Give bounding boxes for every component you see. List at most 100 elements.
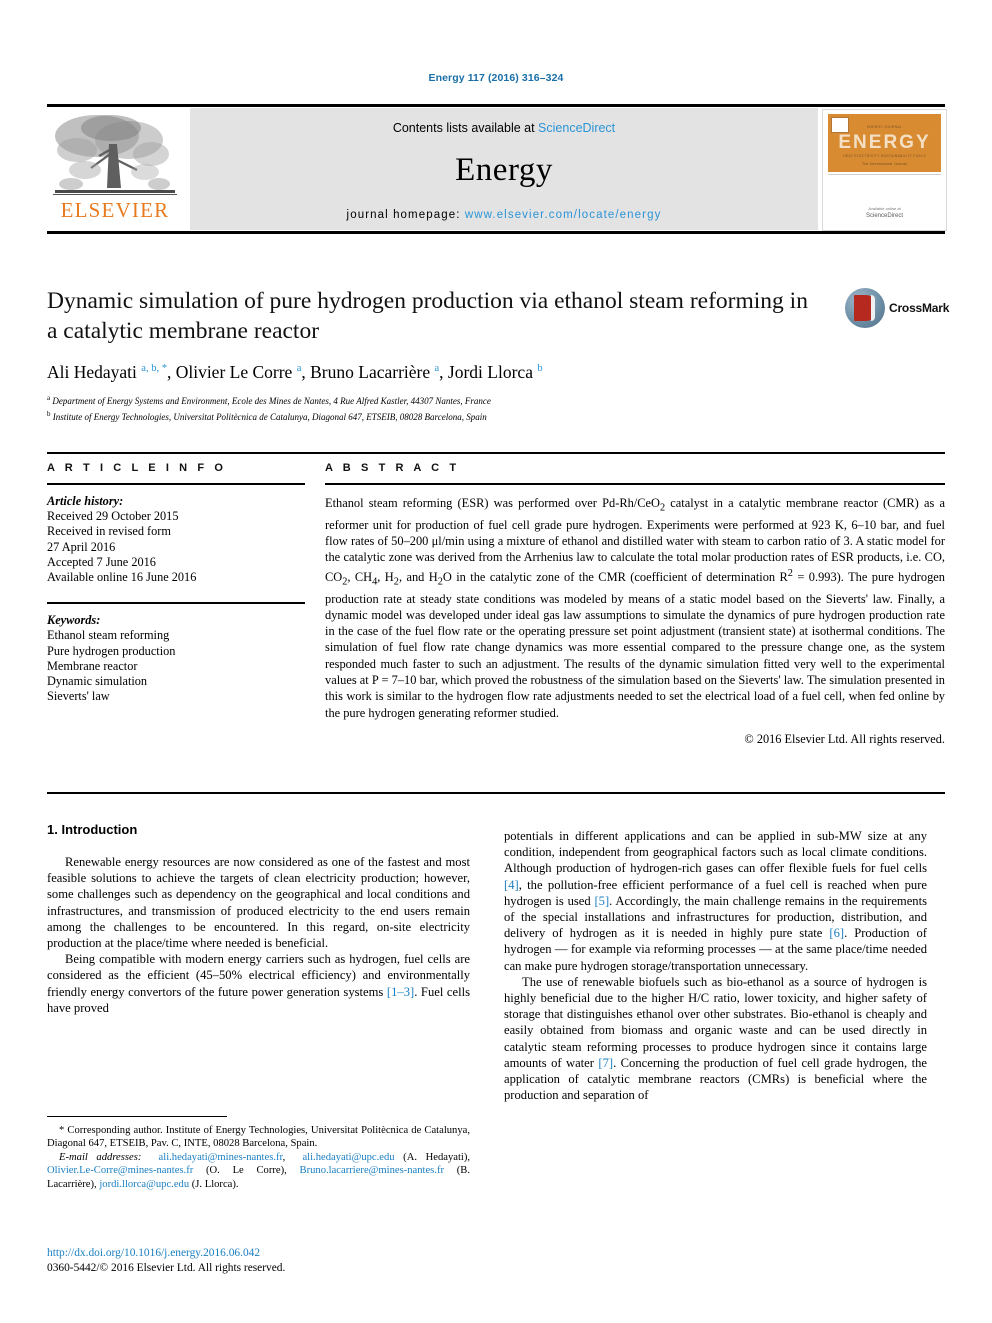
- affiliation-b-text: Institute of Energy Technologies, Univer…: [52, 411, 487, 422]
- abstract-rule: [325, 483, 945, 485]
- email-link[interactable]: ali.hedayati@upc.edu: [302, 1152, 394, 1163]
- history-item: Received 29 October 2015: [47, 509, 179, 524]
- footnote-rule: [47, 1116, 227, 1117]
- keyword-item: Pure hydrogen production: [47, 643, 176, 658]
- running-head: Energy 117 (2016) 316–324: [428, 72, 564, 84]
- cover-sciencedirect-label: ScienceDirect: [865, 213, 903, 219]
- paragraph: The use of renewable biofuels such as bi…: [504, 974, 927, 1104]
- sciencedirect-link[interactable]: ScienceDirect: [538, 121, 615, 135]
- author-affil-marker: b: [537, 363, 543, 374]
- article-history: Article history: Received 29 October 201…: [47, 494, 305, 585]
- info-top-rule: [47, 452, 945, 454]
- keywords-rule: [47, 602, 305, 605]
- history-item: Received in revised form: [47, 524, 171, 539]
- abstract-heading: A B S T R A C T: [325, 462, 460, 474]
- keywords-block: Keywords: Ethanol steam reforming Pure h…: [47, 602, 305, 704]
- corresponding-text: Corresponding author. Institute of Energ…: [47, 1125, 470, 1150]
- article-info-rule: [47, 483, 305, 485]
- email-link[interactable]: Olivier.Le-Corre@mines-nantes.fr: [47, 1165, 193, 1176]
- author-affil-marker: a: [296, 363, 302, 374]
- keywords-list: Keywords: Ethanol steam reforming Pure h…: [47, 613, 305, 704]
- affiliation-b: b Institute of Energy Technologies, Univ…: [47, 408, 847, 424]
- elsevier-tree-icon: [55, 115, 175, 193]
- doi-link[interactable]: http://dx.doi.org/10.1016/j.energy.2016.…: [47, 1246, 470, 1261]
- affil-marker-a: a: [47, 394, 51, 402]
- email-owner: (A. Hedayati),: [403, 1151, 471, 1163]
- author-affil-marker: a: [434, 363, 440, 374]
- keyword-item: Membrane reactor: [47, 658, 138, 673]
- paragraph: Being compatible with modern energy carr…: [47, 951, 470, 1016]
- email-link[interactable]: jordi.llorca@upc.edu: [99, 1179, 189, 1190]
- journal-masthead: ELSEVIER Contents lists available at Sci…: [47, 104, 947, 234]
- journal-title: Energy: [455, 152, 553, 188]
- history-item: Accepted 7 June 2016: [47, 554, 156, 569]
- abstract-bottom-rule: [47, 792, 945, 794]
- cover-journal-title: ENERGY: [838, 132, 931, 153]
- citation-reference[interactable]: [1–3]: [387, 985, 414, 999]
- keywords-label: Keywords:: [47, 613, 101, 628]
- email-addresses-label: E-mail addresses:: [59, 1151, 142, 1163]
- citation-reference[interactable]: [4]: [504, 878, 519, 892]
- history-item: Available online 16 June 2016: [47, 570, 197, 585]
- article-history-label: Article history:: [47, 494, 124, 508]
- email-link[interactable]: Bruno.lacarriere@mines-nantes.fr: [300, 1165, 444, 1176]
- affiliation-a-text: Department of Energy Systems and Environ…: [52, 396, 491, 406]
- page-title: Dynamic simulation of pure hydrogen prod…: [47, 288, 808, 344]
- contents-available-line: Contents lists available at ScienceDirec…: [190, 121, 818, 135]
- article-info-heading: A R T I C L E I N F O: [47, 462, 227, 474]
- elsevier-logo: ELSEVIER: [47, 110, 183, 228]
- email-link[interactable]: ali.hedayati@mines-nantes.fr: [159, 1152, 283, 1163]
- corresponding-author-note: * Corresponding author. Institute of Ene…: [47, 1124, 470, 1151]
- paragraph: potentials in different applications and…: [504, 828, 927, 974]
- paragraph-text: potentials in different applications and…: [504, 829, 927, 876]
- history-item: 27 April 2016: [47, 539, 116, 554]
- crossmark-book-icon: [854, 295, 875, 321]
- homepage-prefix: journal homepage:: [346, 209, 465, 221]
- doi-block: http://dx.doi.org/10.1016/j.energy.2016.…: [47, 1246, 470, 1276]
- keyword-item: Sieverts' law: [47, 689, 110, 704]
- email-owner: (J. Llorca).: [189, 1178, 239, 1190]
- abstract-seg: , CH: [347, 569, 373, 584]
- affiliation-a: a Department of Energy Systems and Envir…: [47, 392, 847, 408]
- abstract-seg: O in the catalytic zone of the CMR (coef…: [442, 569, 788, 584]
- cover-tagline: The International Journal: [861, 162, 907, 166]
- cover-availability-note: Available online at: [868, 206, 901, 211]
- body-column-right: potentials in different applications and…: [504, 828, 927, 1103]
- contents-prefix: Contents lists available at: [392, 121, 539, 135]
- email-owner: (O. Le Corre),: [193, 1165, 300, 1177]
- abstract-text: Ethanol steam reforming (ESR) was perfor…: [325, 495, 945, 721]
- citation-reference[interactable]: [5]: [594, 894, 609, 908]
- elsevier-wordmark: ELSEVIER: [60, 198, 170, 222]
- article-info-column: A R T I C L E I N F O Article history: R…: [47, 462, 305, 704]
- journal-cover-thumbnail: ENERGY JOURNAL ENERGY HEAT ELECTRICITY S…: [822, 109, 947, 231]
- affiliations: a Department of Energy Systems and Envir…: [47, 392, 847, 423]
- abstract-seg: Ethanol steam reforming (ESR) was perfor…: [325, 496, 660, 510]
- paragraph-text: Renewable energy resources are now consi…: [47, 855, 470, 951]
- crossmark-badge[interactable]: CrossMark: [845, 288, 949, 332]
- affil-marker-b: b: [47, 409, 51, 418]
- body-column-left: Renewable energy resources are now consi…: [47, 854, 470, 1016]
- abstract-copyright: © 2016 Elsevier Ltd. All rights reserved…: [744, 731, 945, 746]
- journal-homepage-link[interactable]: www.elsevier.com/locate/energy: [465, 209, 662, 221]
- abstract-seg: = 0.993). The pure hydrogen production r…: [325, 569, 945, 720]
- abstract-seg: , H: [377, 569, 394, 584]
- journal-homepage-line: journal homepage: www.elsevier.com/locat…: [190, 209, 818, 221]
- keyword-item: Dynamic simulation: [47, 674, 148, 689]
- author-list: Ali Hedayati a, b, *, Olivier Le Corre a…: [47, 361, 543, 382]
- masthead-bottom-rule: [47, 231, 945, 234]
- crossmark-label: CrossMark: [889, 301, 950, 315]
- cover-divider: [828, 174, 941, 175]
- keyword-item: Ethanol steam reforming: [47, 628, 170, 643]
- paragraph: Renewable energy resources are now consi…: [47, 854, 470, 951]
- footnote-block: * Corresponding author. Institute of Ene…: [47, 1124, 470, 1191]
- abstract-column: A B S T R A C T Ethanol steam reforming …: [325, 462, 945, 747]
- article-page: Energy 117 (2016) 316–324 ELSEVIER Conte…: [0, 0, 992, 1323]
- abstract-seg: , and H: [398, 569, 438, 584]
- citation-reference[interactable]: [6]: [829, 926, 844, 940]
- citation-reference[interactable]: [7]: [598, 1056, 613, 1070]
- cover-mid-labels: HEAT ELECTRICITY SUSTAINABILITY FUELS: [843, 154, 926, 158]
- elsevier-logo-rule: [53, 194, 177, 195]
- masthead-top-rule: [47, 104, 945, 107]
- author-affil-marker: a, b, *: [141, 363, 167, 374]
- cover-top-labels: ENERGY JOURNAL: [866, 125, 903, 129]
